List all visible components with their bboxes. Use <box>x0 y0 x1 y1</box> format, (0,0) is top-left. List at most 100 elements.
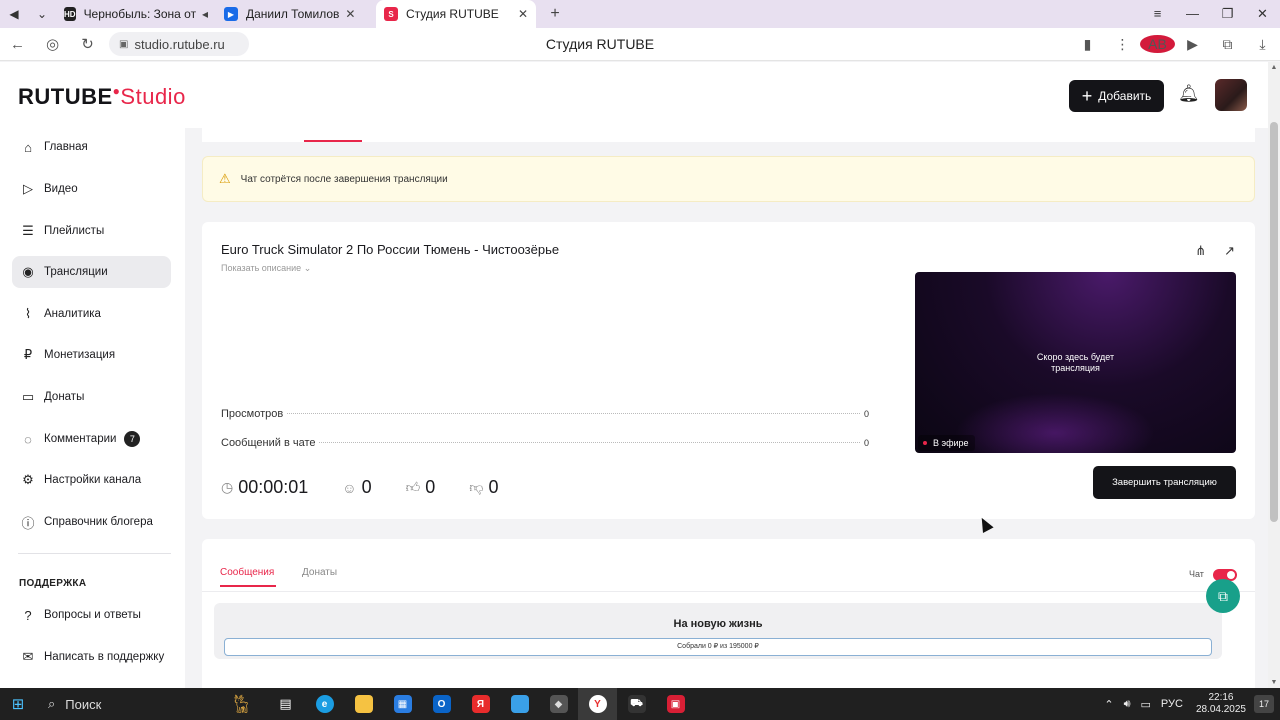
scrollbar-thumb[interactable] <box>1270 122 1278 522</box>
page-scrollbar[interactable]: ▲ ▼ <box>1268 62 1280 688</box>
yandex-icon[interactable]: Я <box>461 688 500 720</box>
support-chat-icon[interactable]: ⧉ <box>1206 579 1240 613</box>
support-section-title: ПОДДЕРЖКА <box>19 578 87 589</box>
plus-icon: + <box>1081 85 1093 106</box>
messages-tab-underline <box>220 585 276 587</box>
protect-icon[interactable]: ◎ <box>35 35 70 53</box>
hd-favicon-icon: HD <box>64 7 76 21</box>
views-stat: Просмотров 0 <box>221 408 869 420</box>
deer-widget-icon[interactable]: 🦌︎ <box>216 688 266 720</box>
chat-warning-alert: ⚠ Чат сотрётся после завершения трансляц… <box>202 156 1255 202</box>
tab-messages[interactable]: Сообщения <box>220 567 274 578</box>
sidebar-item-donations[interactable]: ▭ Донаты <box>12 381 171 413</box>
user-avatar[interactable] <box>1215 79 1247 111</box>
windows-start-icon[interactable]: ⊞ <box>0 695 36 713</box>
downloads-icon[interactable]: ⤓ <box>1245 36 1280 53</box>
sidebar-item-channel-settings[interactable]: ⚙ Настройки канала <box>12 464 171 496</box>
outlook-icon[interactable]: O <box>422 688 461 720</box>
more-icon[interactable]: ⋮ <box>1105 36 1140 53</box>
duration-metric: ◷ 00:00:01 <box>221 477 309 497</box>
sidebar: ⌂ Главная ▷ Видео ☰ Плейлисты ◉ Трансляции ⌇… <box>0 128 185 688</box>
menu-icon[interactable]: ≡ <box>1140 6 1175 22</box>
chevron-down-icon: ⌄ <box>303 263 312 273</box>
live-badge: В эфире <box>918 435 975 451</box>
analytics-icon: ⌇ <box>24 306 32 321</box>
chat-messages-stat: Сообщений в чате 0 <box>221 437 869 449</box>
thumbs-up-icon: 👍︎ <box>405 479 421 495</box>
notifications-bell-icon[interactable]: 🔔︎ <box>1178 84 1200 104</box>
clock[interactable]: 22:16 28.04.2025 <box>1196 692 1246 716</box>
yandex-browser-icon[interactable]: Y <box>578 688 617 720</box>
comments-icon: ◌ <box>24 431 32 447</box>
studio-app: RUTUBE●Studio + Добавить 🔔︎ ⌂ Главная ▷ Ви… <box>0 62 1268 688</box>
rutube-studio-logo[interactable]: RUTUBE●Studio <box>18 84 186 110</box>
photos-icon[interactable] <box>500 688 539 720</box>
close-tab-icon[interactable]: ✕ <box>518 7 528 21</box>
network-icon[interactable]: ▭ <box>1141 698 1151 711</box>
warning-icon: ⚠ <box>219 171 231 186</box>
volume-icon[interactable]: 🔊︎ <box>1124 698 1131 711</box>
taskbar-search[interactable]: ⌕ Поиск <box>36 688 216 720</box>
new-tab-icon[interactable]: + <box>544 3 566 25</box>
page-tabs-edge <box>202 128 1255 142</box>
sidebar-item-faq[interactable]: ? Вопросы и ответы <box>12 599 171 631</box>
sidebar-item-analytics[interactable]: ⌇ Аналитика <box>12 298 171 330</box>
dislikes-metric: 👎︎ 0 <box>469 477 499 497</box>
windows-taskbar: ⊞ ⌕ Поиск 🦌︎ ▤ e ▦ O Я ◆ Y ⛟ ▣ ⌃ 🔊︎ ▭ РУС… <box>0 688 1280 720</box>
mail-icon: ✉ <box>22 649 34 664</box>
game-icon[interactable]: ◆ <box>539 688 578 720</box>
maximize-icon[interactable]: ❐ <box>1210 6 1245 22</box>
video-icon: ▷ <box>23 181 33 196</box>
sidebar-item-contact-support[interactable]: ✉ Написать в поддержку <box>12 641 171 673</box>
add-button[interactable]: + Добавить <box>1069 80 1164 112</box>
video-favicon-icon: ▶ <box>224 7 238 21</box>
speaker-icon[interactable]: ◂ <box>202 7 208 21</box>
chat-card: Сообщения Донаты Чат На новую жизнь Собр… <box>202 539 1255 688</box>
sidebar-item-video[interactable]: ▷ Видео <box>12 173 171 205</box>
end-stream-button[interactable]: Завершить трансляцию <box>1093 466 1236 499</box>
donation-goal: На новую жизнь Собрали 0 ₽ из 195000 ₽ <box>214 603 1222 659</box>
sidebar-item-home[interactable]: ⌂ Главная <box>12 131 171 163</box>
sidebar-item-broadcasts[interactable]: ◉ Трансляции <box>12 256 171 288</box>
language-indicator[interactable]: РУС <box>1161 698 1183 710</box>
task-view-icon[interactable]: ▤ <box>266 688 305 720</box>
explorer-icon[interactable] <box>344 688 383 720</box>
sidebar-item-blogger-guide[interactable]: ⓘ Справочник блогера <box>12 506 171 538</box>
likes-metric: 👍︎ 0 <box>405 477 436 497</box>
notifications-badge[interactable]: 17 <box>1254 695 1274 713</box>
edge-icon[interactable]: e <box>305 688 344 720</box>
reload-icon[interactable]: ↻ <box>70 35 105 53</box>
browser-tab-1[interactable]: HD Чернобыль: Зона отчужд ◂ <box>56 0 216 28</box>
stream-preview[interactable]: Скоро здесь будет трансляция В эфире <box>915 272 1236 453</box>
browser-tab-3[interactable]: S Студия RUTUBE ✕ <box>376 0 536 28</box>
show-description-link[interactable]: Показать описание ⌄ <box>221 263 311 274</box>
open-external-icon[interactable]: ↗ <box>1224 243 1235 259</box>
truck-app-icon[interactable]: ⛟ <box>617 688 656 720</box>
url-field[interactable]: ▣ studio.rutube.ru <box>109 32 249 56</box>
minimize-icon[interactable]: — <box>1175 6 1210 22</box>
lock-icon: ▣ <box>119 38 129 50</box>
recorder-icon[interactable]: ▣ <box>656 688 695 720</box>
sidebar-item-comments[interactable]: ◌ Комментарии 7 <box>12 423 171 455</box>
close-window-icon[interactable]: ✕ <box>1245 6 1280 22</box>
extension-icon[interactable]: AB <box>1140 35 1175 53</box>
broadcast-icon: ◉ <box>22 264 34 279</box>
collections-icon[interactable]: ⧉ <box>1210 36 1245 53</box>
sidebar-item-playlists[interactable]: ☰ Плейлисты <box>12 215 171 247</box>
sidebar-item-monetization[interactable]: ₽ Монетизация <box>12 339 171 371</box>
viewers-metric: ☺ 0 <box>342 477 372 497</box>
browser-tab-2[interactable]: ▶ Даниил Томилов ✕ <box>216 0 376 28</box>
tab-donations[interactable]: Донаты <box>302 567 337 578</box>
bookmark-icon[interactable]: ▮ <box>1070 36 1105 53</box>
address-bar: ← ◎ ↻ ▣ studio.rutube.ru Студия RUTUBE ▮… <box>0 28 1280 61</box>
share-icon[interactable]: ⋔ <box>1195 243 1206 259</box>
tab-audio-icon[interactable]: ◀ <box>0 0 28 28</box>
media-icon[interactable]: ▶ <box>1175 36 1210 53</box>
settings-icon: ⚙ <box>22 472 34 487</box>
back-icon[interactable]: ← <box>0 36 35 53</box>
store-icon[interactable]: ▦ <box>383 688 422 720</box>
tray-chevron-icon[interactable]: ⌃ <box>1104 698 1113 711</box>
tab-list-chevron-icon[interactable]: ⌄ <box>28 0 56 28</box>
close-tab-icon[interactable]: ✕ <box>345 7 355 21</box>
tab-label: Студия RUTUBE <box>406 7 499 21</box>
